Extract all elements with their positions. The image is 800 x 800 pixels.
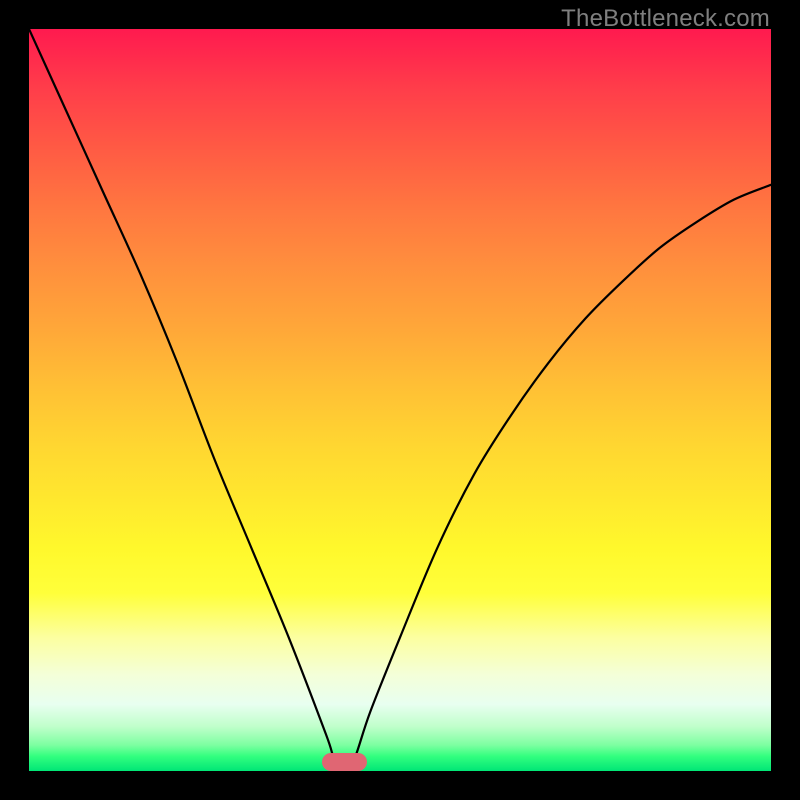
watermark-text: TheBottleneck.com bbox=[561, 5, 770, 33]
bottleneck-marker bbox=[322, 753, 367, 771]
bottleneck-curve bbox=[29, 29, 771, 769]
plot-area bbox=[29, 29, 771, 771]
curve-layer bbox=[29, 29, 771, 771]
